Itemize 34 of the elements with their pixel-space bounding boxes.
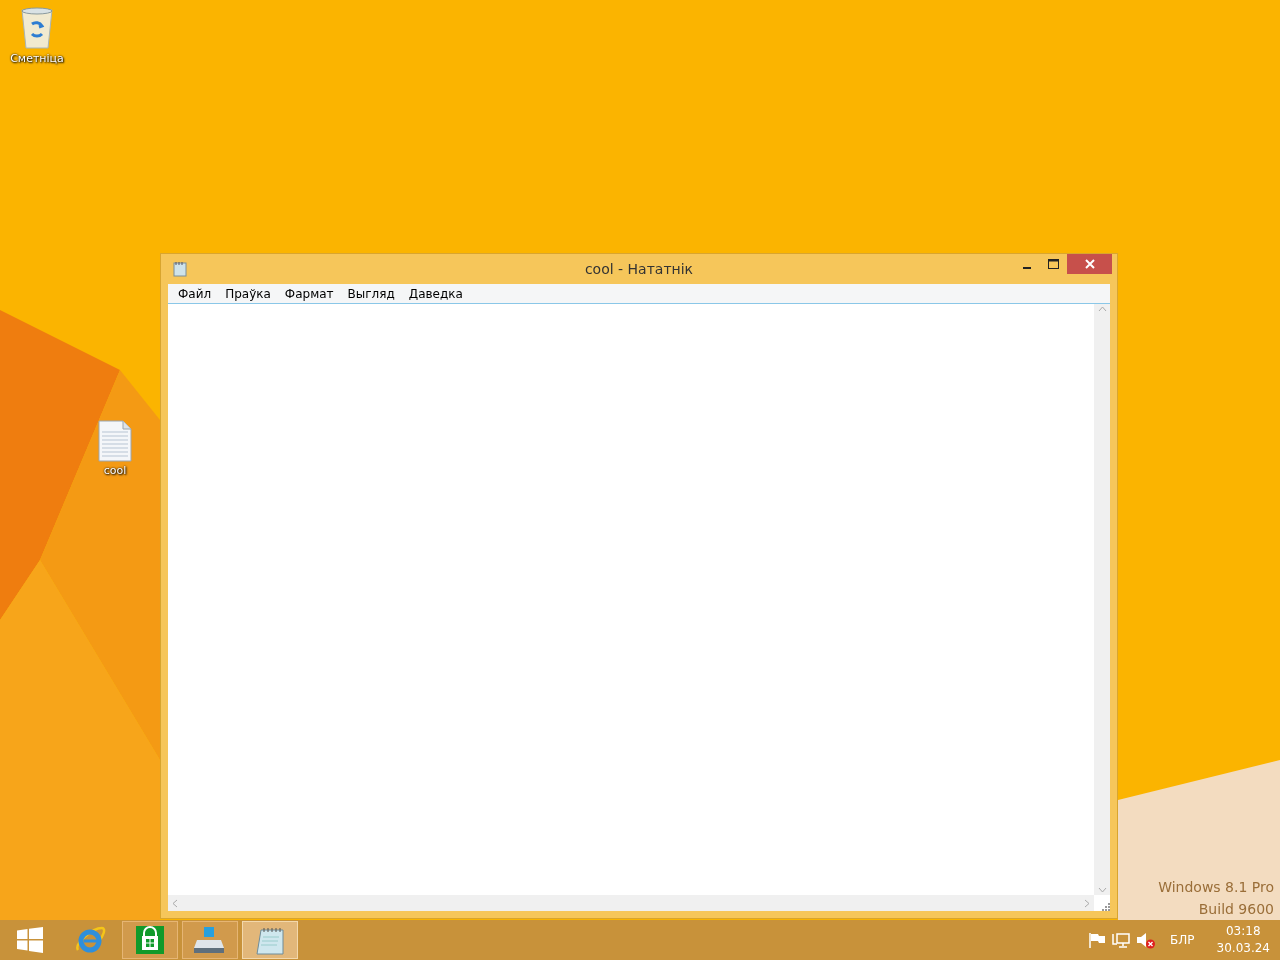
network-icon[interactable] [1112,932,1131,948]
taskbar-button[interactable] [182,921,238,959]
horizontal-scrollbar[interactable] [168,895,1094,911]
scroll-left-icon[interactable] [172,898,178,908]
close-icon [1084,259,1095,269]
resize-grip-icon[interactable] [1100,901,1110,911]
close-button[interactable] [1067,254,1112,274]
windows-logo-icon [17,927,43,953]
minimize-icon [1022,266,1031,269]
window-title: cool - Нататнік [584,260,694,279]
scroll-right-icon[interactable] [1084,898,1090,908]
flag-icon[interactable] [1088,932,1107,948]
scroll-down-icon[interactable] [1097,887,1107,893]
menu-item[interactable]: Фармат [277,284,341,303]
taskbar-button[interactable] [242,921,298,959]
notepad-icon [173,261,187,277]
edition-text: Windows 8.1 Pro [1158,878,1274,897]
menu-item[interactable]: Файл [171,284,219,303]
recycle-bin-icon [19,6,55,50]
store-bag-icon [136,926,164,954]
muted-speaker-icon[interactable] [1136,931,1157,949]
vertical-scrollbar[interactable] [1094,304,1110,895]
date-text: 30.03.24 [1216,940,1270,957]
text-file-icon [98,418,132,462]
notepad-icon [255,925,285,955]
menu-item[interactable]: Праўка [218,284,278,303]
scroll-up-icon[interactable] [1097,306,1107,312]
maximize-icon [1048,259,1059,269]
drive-icon [194,926,226,954]
time-text: 03:18 [1226,923,1261,940]
menu-item[interactable]: Выгляд [340,284,402,303]
menu-item[interactable]: Даведка [401,284,470,303]
edition-text: Build 9600 [1198,900,1274,919]
taskbar-button[interactable] [122,921,178,959]
